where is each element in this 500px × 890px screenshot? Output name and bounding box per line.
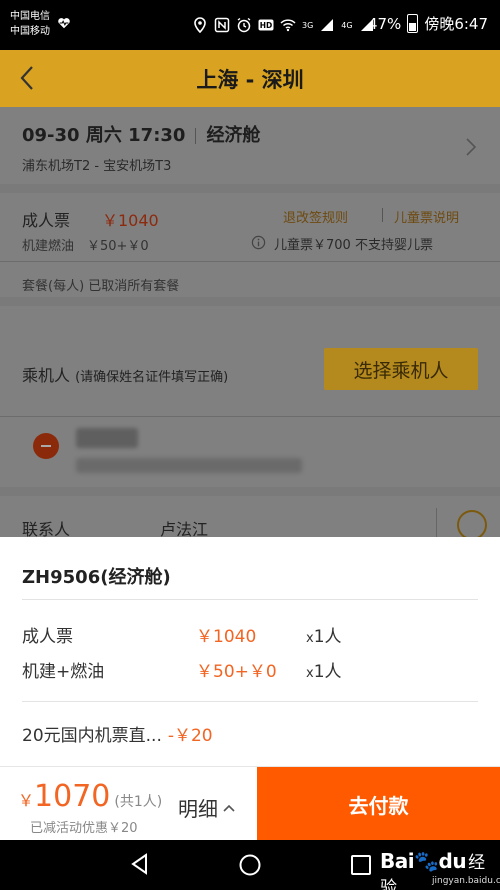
carrier-2: 中国移动 — [10, 26, 50, 37]
checkout-footer: ￥1070 (共1人) 已减活动优惠￥20 明细 去付款 — [0, 766, 500, 841]
price-card: 成人票 ￥1040 退改签规则 儿童票说明 机建燃油 ￥50+￥0 儿童票￥70… — [0, 193, 500, 297]
passenger-title: 乘机人 — [22, 366, 71, 385]
flight-cabin: 经济舱 — [206, 125, 261, 146]
detail-row-label: 成人票 — [22, 627, 73, 647]
divider — [0, 416, 500, 417]
child-ticket-info-link[interactable]: 儿童票说明 — [394, 207, 459, 226]
divider — [382, 208, 383, 222]
alarm-icon — [237, 17, 251, 33]
signal-4g-label: 4G — [341, 20, 353, 30]
detail-row-value: ￥1040 — [196, 627, 257, 647]
location-icon — [194, 17, 206, 33]
divider — [436, 508, 437, 537]
refund-rules-link[interactable]: 退改签规则 — [283, 207, 348, 226]
detail-row-qty: x1人 — [306, 627, 342, 647]
flight-datetime: 09-30 周六 17:30 经济舱 — [22, 121, 260, 147]
heart-pulse-icon — [58, 18, 70, 29]
divider — [22, 701, 478, 702]
nav-back-icon[interactable] — [128, 852, 152, 876]
carrier-info: 中国电信 中国移动 — [10, 9, 50, 39]
detail-row-fuel: 机建+燃油 ￥50+￥0 x1人 — [0, 657, 500, 682]
svg-text:HD: HD — [260, 21, 273, 30]
app-header: 上海 - 深圳 — [0, 50, 500, 107]
contact-name[interactable]: 卢法江 — [160, 516, 208, 537]
battery-percent: 47% — [367, 14, 402, 33]
detail-row-value: ￥50+￥0 — [196, 662, 277, 682]
contact-book-icon[interactable] — [457, 510, 487, 537]
detail-label: 明细 — [178, 797, 218, 821]
flight-time: 17:30 — [128, 125, 186, 146]
detail-toggle-button[interactable]: 明细 — [178, 793, 236, 822]
order-form-dimmed: 09-30 周六 17:30 经济舱 浦东机场T2 - 宝安机场T3 成人票 ￥1… — [0, 107, 500, 537]
battery-icon — [407, 14, 419, 33]
adult-ticket-price: ￥1040 — [102, 211, 159, 230]
baidu-jingyan-watermark: Bai🐾du经验 jingyan.baidu.com — [380, 848, 500, 890]
contact-label: 联系人 — [22, 520, 71, 537]
passenger-hint: (请确保姓名证件填写正确) — [75, 370, 229, 385]
currency-symbol: ￥ — [18, 791, 35, 810]
detail-row-adult: 成人票 ￥1040 x1人 — [0, 622, 500, 647]
nav-recent-apps-icon[interactable] — [351, 855, 371, 875]
nfc-icon — [214, 17, 230, 33]
paw-icon: 🐾 — [414, 849, 439, 873]
remove-passenger-icon[interactable] — [33, 433, 59, 459]
sheet-flight-title: ZH9506(经济舱) — [22, 567, 171, 588]
hd-icon: HD — [258, 19, 274, 31]
clock: 傍晚6:47 — [424, 15, 488, 33]
discount-label: 20元国内机票直... — [22, 726, 162, 746]
total-price: ￥1070 (共1人) — [18, 779, 162, 814]
wifi-icon — [280, 19, 296, 32]
status-icons: HD 3G 4G — [192, 15, 375, 35]
signal-3g-label: 3G — [302, 20, 314, 30]
system-nav-bar: Bai🐾du经验 jingyan.baidu.com — [0, 840, 500, 890]
page-title: 上海 - 深圳 — [196, 68, 304, 92]
info-icon — [251, 235, 266, 250]
detail-row-label: 机建+燃油 — [22, 662, 105, 682]
contact-card: 联系人 卢法江 — [0, 496, 500, 537]
discount-value: -￥20 — [167, 726, 213, 746]
watermark-url: jingyan.baidu.com — [432, 876, 500, 886]
signal-icon — [321, 19, 334, 31]
fuel-tax-line: 机建燃油 ￥50+￥0 — [22, 239, 149, 254]
discount-row: 20元国内机票直... -￥20 — [22, 721, 213, 746]
status-bar: 中国电信 中国移动 HD 3G 4G 47% 傍晚6:47 — [0, 0, 500, 50]
passenger-count: (共1人) — [114, 794, 163, 810]
total-amount: 1070 — [34, 779, 111, 814]
divider — [195, 128, 197, 144]
package-line: 套餐(每人) 已取消所有套餐 — [22, 279, 180, 294]
passenger-card: 乘机人 (请确保姓名证件填写正确) 选择乘机人 — [0, 306, 500, 487]
price-detail-sheet: ZH9506(经济舱) 成人票 ￥1040 x1人 机建+燃油 ￥50+￥0 x… — [0, 537, 500, 766]
nav-home-icon[interactable] — [238, 853, 262, 877]
child-ticket-note: 儿童票￥700 不支持婴儿票 — [274, 238, 433, 253]
choose-passenger-button[interactable]: 选择乘机人 — [324, 348, 478, 390]
divider — [0, 261, 500, 262]
flight-info-card[interactable]: 09-30 周六 17:30 经济舱 浦东机场T2 - 宝安机场T3 — [0, 107, 500, 184]
flight-date: 09-30 — [22, 125, 80, 146]
status-right: 47% 傍晚6:47 — [368, 13, 488, 34]
flight-weekday: 周六 — [85, 125, 122, 146]
watermark-brand: Bai — [380, 849, 415, 873]
flight-airports: 浦东机场T2 - 宝安机场T3 — [22, 159, 172, 174]
passenger-id-blurred — [76, 458, 302, 473]
detail-row-qty: x1人 — [306, 662, 342, 682]
chevron-up-icon — [223, 804, 235, 812]
adult-ticket-label: 成人票 — [22, 211, 71, 230]
chevron-right-icon — [466, 138, 477, 156]
carrier-1: 中国电信 — [10, 11, 50, 22]
passenger-label: 乘机人 (请确保姓名证件填写正确) — [22, 362, 228, 386]
passenger-name-blurred — [76, 428, 138, 448]
watermark-brand-suffix: du — [438, 849, 467, 873]
pay-button[interactable]: 去付款 — [257, 767, 500, 841]
divider — [22, 599, 478, 600]
discount-saved: 已减活动优惠￥20 — [30, 821, 138, 836]
